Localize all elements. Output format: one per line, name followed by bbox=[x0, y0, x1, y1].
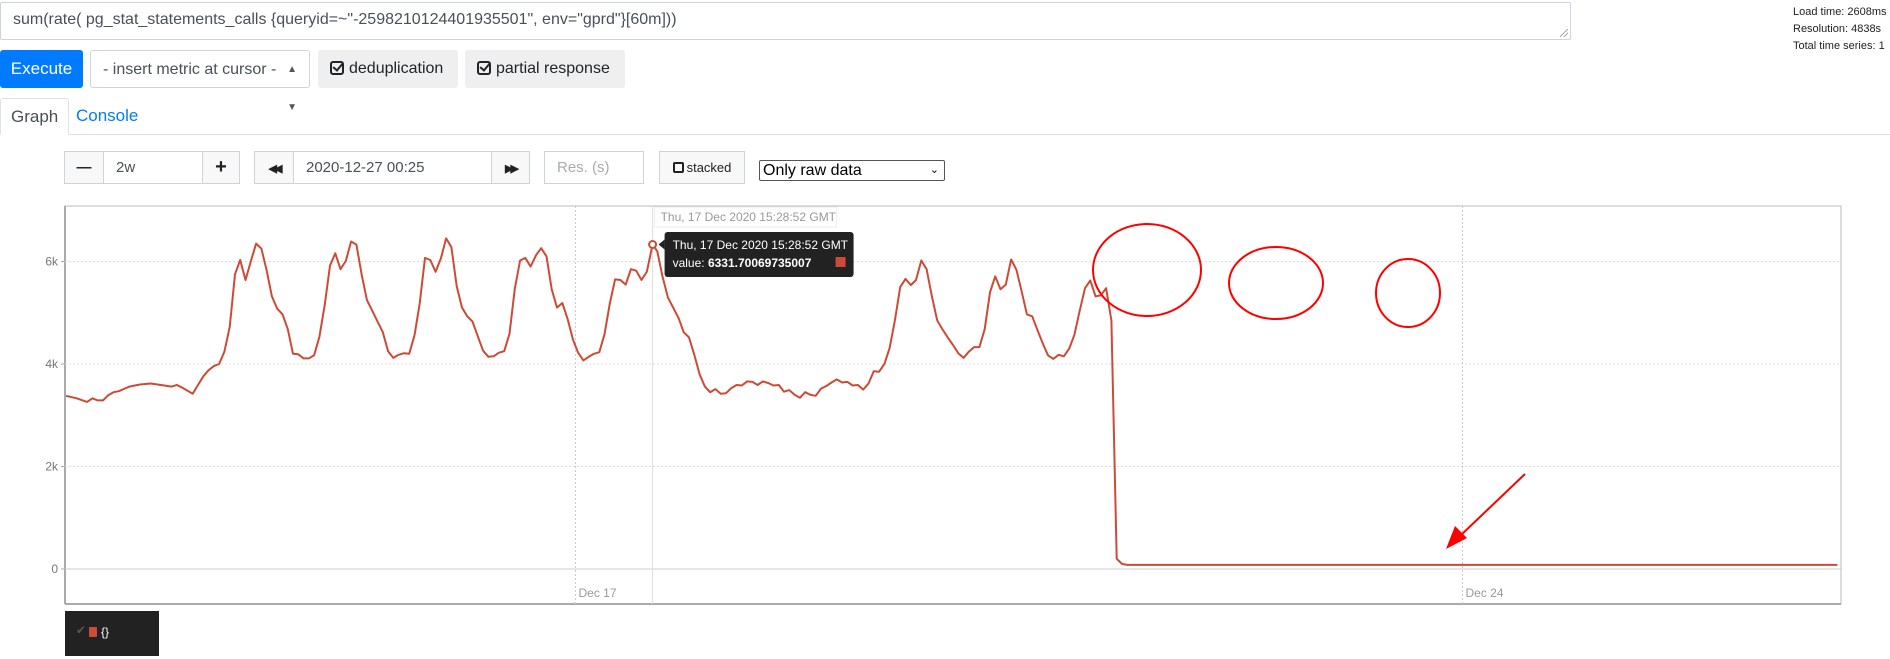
tooltip-swatch bbox=[835, 257, 846, 267]
insert-metric-label: - insert metric at cursor - bbox=[103, 61, 277, 78]
stacked-toggle[interactable]: stacked bbox=[659, 151, 745, 184]
deduplication-toggle[interactable]: deduplication bbox=[318, 50, 458, 88]
plus-icon: + bbox=[215, 156, 227, 178]
end-time-input[interactable]: 2020-12-27 00:25 bbox=[293, 151, 492, 184]
y-tick-label: 6k bbox=[45, 255, 59, 269]
checkbox-unchecked-icon bbox=[672, 162, 684, 173]
tab-console[interactable]: Console bbox=[66, 98, 148, 135]
legend: ✔ {} bbox=[65, 611, 159, 656]
tooltip-value: value: 6331.70069735007 bbox=[673, 256, 812, 270]
chevron-down-icon: ⌄ bbox=[929, 164, 939, 176]
hover-x-label: Thu, 17 Dec 2020 15:28:52 GMT bbox=[654, 206, 838, 228]
tab-graph[interactable]: Graph bbox=[0, 98, 70, 135]
range-input[interactable]: 2w bbox=[103, 151, 203, 184]
total-time-series: Total time series: 1 bbox=[1793, 40, 1885, 52]
raw-data-select-value: Only raw data bbox=[763, 162, 862, 179]
checkbox-checked-icon bbox=[477, 61, 491, 75]
tooltip-title: Thu, 17 Dec 2020 15:28:52 GMT bbox=[673, 238, 849, 252]
tooltip: Thu, 17 Dec 2020 15:28:52 GMT value: 6331… bbox=[658, 232, 854, 277]
deduplication-label: deduplication bbox=[349, 60, 444, 77]
expression-input[interactable]: sum(rate( pg_stat_statements_calls {quer… bbox=[0, 2, 1571, 40]
partial-response-label: partial response bbox=[496, 60, 610, 77]
legend-check-icon[interactable]: ✔ bbox=[76, 623, 86, 637]
raw-data-select[interactable]: Only raw data ⌄ bbox=[759, 160, 945, 181]
range-decrease-button[interactable]: — bbox=[64, 151, 104, 184]
query-stats: Load time: 2608ms Resolution: 4838s Tota… bbox=[1793, 4, 1887, 55]
stacked-label: stacked bbox=[686, 160, 732, 175]
legend-swatch bbox=[89, 627, 97, 637]
graph-chart[interactable]: 0 2k 4k 6k Dec 17 Dec 24 Thu, 17 Dec 2020 15:2… bbox=[0, 200, 1890, 610]
insert-metric-select[interactable]: - insert metric at cursor - ▲ ▼ bbox=[90, 50, 310, 113]
execute-button[interactable]: Execute bbox=[0, 50, 83, 88]
tab-bar: Graph Console bbox=[0, 98, 1890, 135]
plot-area bbox=[64, 205, 1842, 605]
resolution-input[interactable]: Res. (s) bbox=[544, 151, 644, 184]
minus-icon: — bbox=[76, 159, 92, 176]
range-increase-button[interactable]: + bbox=[202, 151, 240, 184]
y-tick-label: 2k bbox=[45, 460, 59, 474]
hover-point bbox=[648, 240, 658, 250]
x-tick-label: Dec 24 bbox=[1465, 586, 1503, 600]
partial-response-toggle[interactable]: partial response bbox=[465, 50, 625, 88]
resolution: Resolution: 4838s bbox=[1793, 23, 1882, 35]
checkbox-checked-icon bbox=[330, 61, 344, 75]
forward-icon: ▶▶ bbox=[505, 163, 519, 175]
legend-label[interactable]: {} bbox=[101, 625, 109, 639]
resize-grip-icon[interactable] bbox=[1560, 29, 1568, 37]
y-tick-label: 0 bbox=[51, 562, 58, 576]
expression-text: sum(rate( pg_stat_statements_calls {quer… bbox=[13, 11, 677, 28]
end-time-forward-button[interactable]: ▶▶ bbox=[491, 151, 530, 184]
load-time: Load time: 2608ms bbox=[1793, 6, 1887, 18]
end-time-back-button[interactable]: ◀◀ bbox=[254, 151, 294, 184]
x-tick-label: Dec 17 bbox=[578, 586, 616, 600]
y-tick-label: 4k bbox=[45, 357, 59, 371]
hover-x-label-text: Thu, 17 Dec 2020 15:28:52 GMT bbox=[661, 210, 837, 224]
backward-icon: ◀◀ bbox=[268, 163, 283, 175]
